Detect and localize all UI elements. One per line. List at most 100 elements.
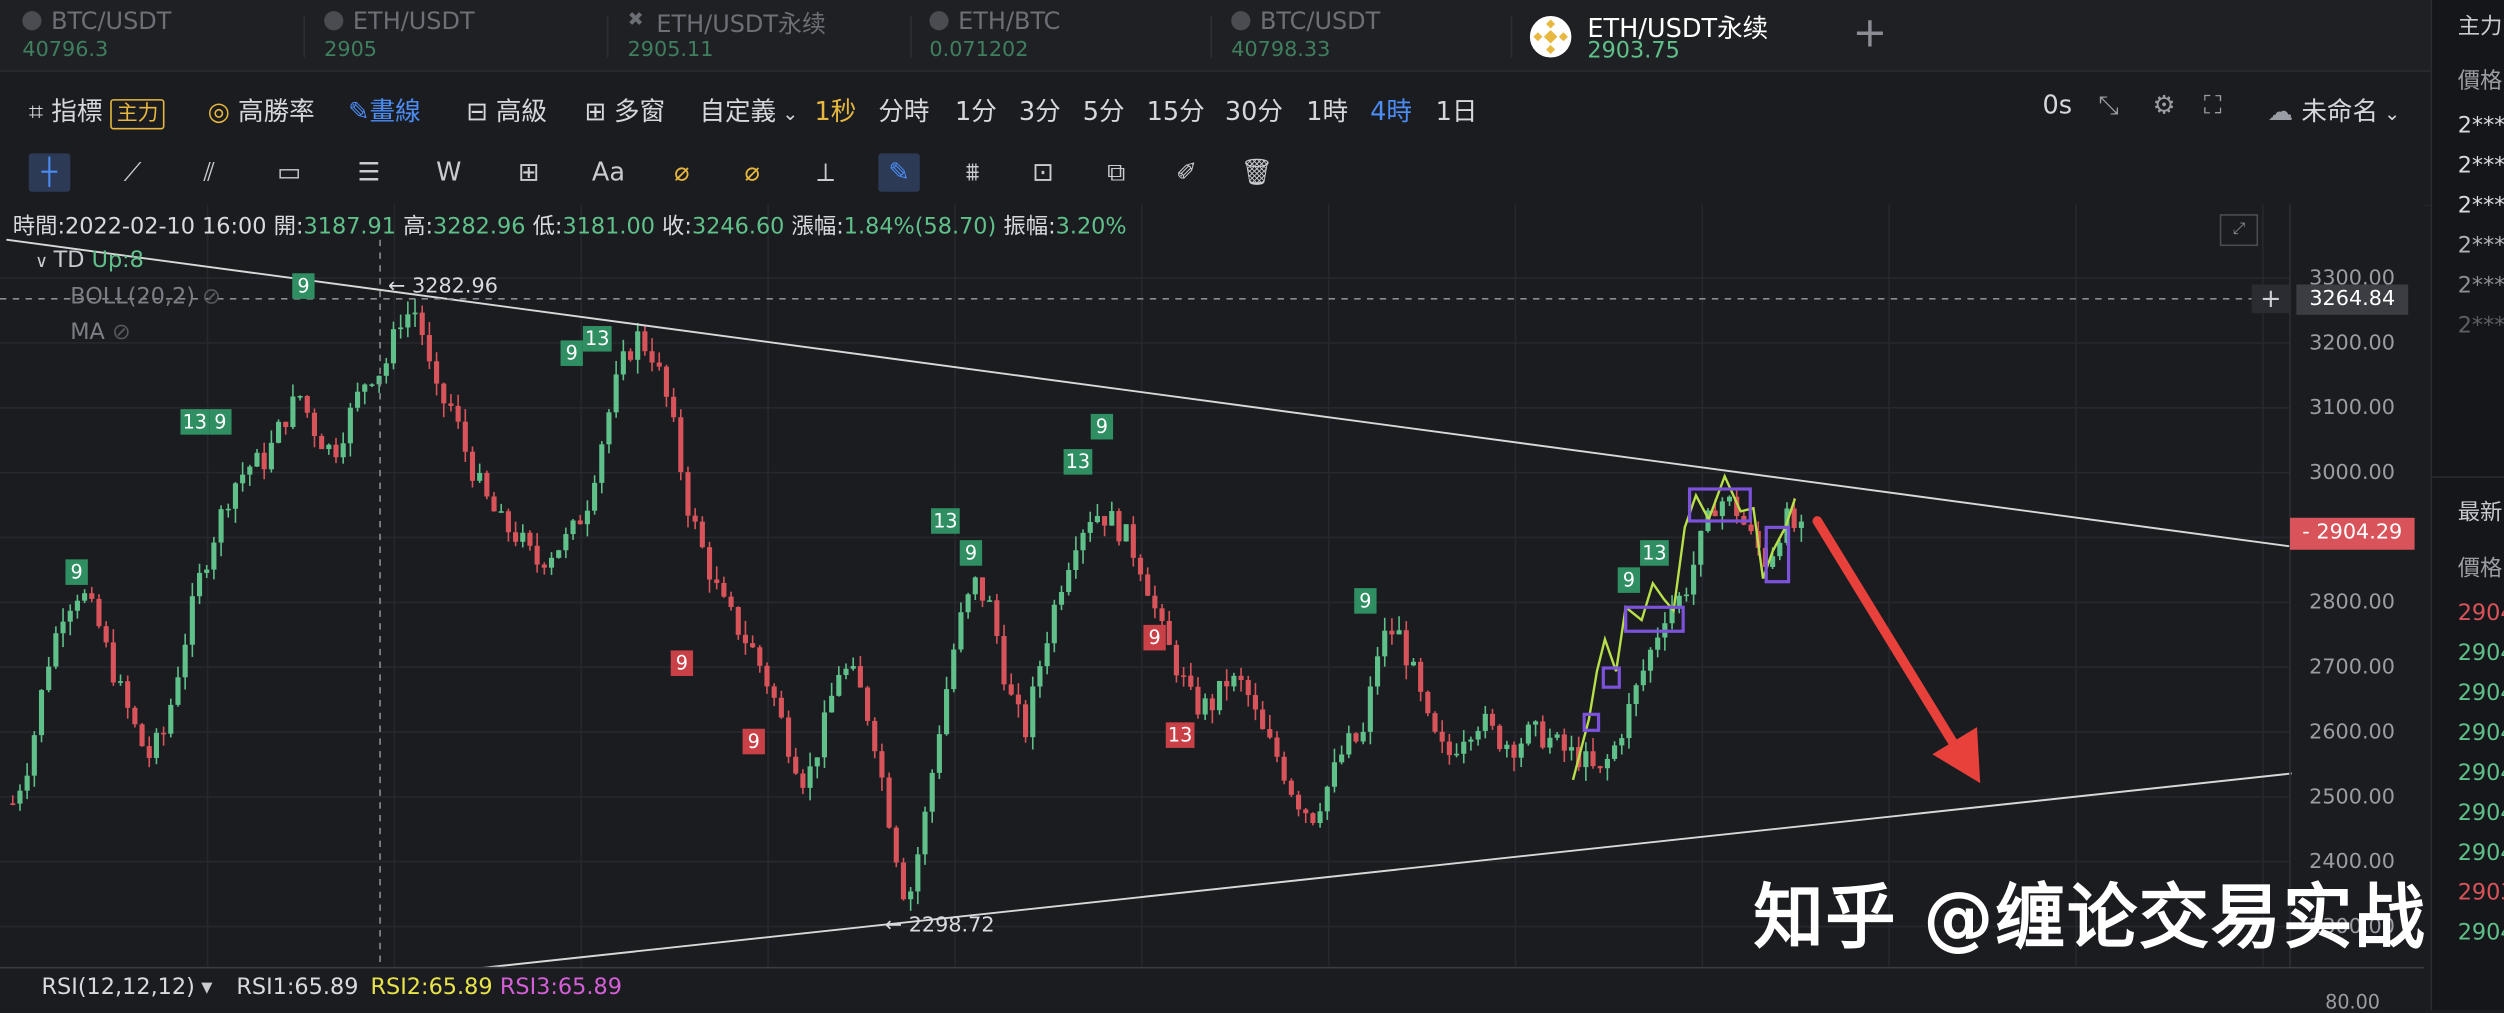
candle-body bbox=[1504, 744, 1510, 750]
pattern-tool-icon[interactable]: ⩩ bbox=[952, 153, 994, 191]
candle-body bbox=[1612, 745, 1618, 759]
layout-dropdown[interactable]: ☁ 未命名 ⌄ bbox=[2268, 89, 2401, 127]
td-indicator[interactable]: ∨ TD Up:8 bbox=[35, 248, 144, 274]
ma-indicator[interactable]: MA ⊘ bbox=[70, 320, 130, 346]
candle-body bbox=[1137, 557, 1144, 575]
interval-1s[interactable]: 1秒 bbox=[814, 89, 856, 127]
crosshair-price-tag: 3264.84 bbox=[2296, 284, 2409, 315]
custom-dropdown[interactable]: 自定義 ⌄ bbox=[699, 89, 798, 127]
interval-timeshare[interactable]: 分時 bbox=[878, 89, 929, 127]
candle-body bbox=[311, 412, 318, 437]
masked-price: 2**** bbox=[2457, 153, 2504, 179]
tab-eth-usdt[interactable]: ETH/USDT 2905 bbox=[324, 3, 595, 67]
wave-tool-icon[interactable]: W bbox=[428, 153, 470, 191]
interval-15m[interactable]: 15分 bbox=[1147, 89, 1205, 127]
lock-tool-icon[interactable]: ⊡ bbox=[1022, 153, 1064, 191]
candle-body bbox=[1439, 731, 1445, 742]
candle-body bbox=[232, 483, 239, 509]
edit-tool-icon[interactable]: ✐ bbox=[1166, 153, 1208, 191]
interval-1m[interactable]: 1分 bbox=[955, 89, 997, 127]
resize-icon[interactable]: ⤡ bbox=[2098, 89, 2118, 121]
candle-body bbox=[369, 384, 375, 386]
fullscreen-icon[interactable]: ⛶ bbox=[2204, 89, 2222, 121]
change-label: 漲幅: bbox=[791, 214, 844, 240]
eye-hidden-icon[interactable]: ⊘ bbox=[112, 320, 131, 346]
candle-body bbox=[139, 724, 145, 747]
interval-5m[interactable]: 5分 bbox=[1083, 89, 1125, 127]
latest-price: 2904 bbox=[2457, 640, 2504, 667]
price-axis-label: 3100.00 bbox=[2309, 395, 2395, 419]
ruler-tool-icon[interactable]: ⟂ bbox=[805, 153, 847, 191]
candle-body bbox=[1647, 649, 1654, 671]
td-label-text: 9 bbox=[71, 561, 83, 584]
open-value: 3187.91 bbox=[303, 214, 396, 240]
draw-button[interactable]: ✎畫線 bbox=[348, 89, 421, 127]
candle-body bbox=[900, 862, 907, 900]
candle-body bbox=[1058, 592, 1065, 605]
rsi-dropdown-icon[interactable]: ▾ bbox=[201, 975, 212, 1001]
candle-body bbox=[671, 396, 677, 418]
candle-body bbox=[577, 520, 583, 525]
eye-hidden-icon[interactable]: ⊘ bbox=[202, 284, 221, 310]
price-axis-label: 2600.00 bbox=[2309, 719, 2395, 743]
interval-4h[interactable]: 4時 bbox=[1370, 89, 1412, 127]
rsi-name: RSI(12,12,12) bbox=[41, 974, 195, 1001]
candle-body bbox=[1353, 733, 1359, 742]
candle-body bbox=[290, 396, 296, 428]
latest-price: 2904 bbox=[2457, 680, 2504, 707]
candle-body bbox=[987, 600, 993, 602]
tab-btc-usdt-2[interactable]: BTC/USDT 40798.33 bbox=[1231, 3, 1502, 67]
indicators-button[interactable]: ⌗ 指標 主力 bbox=[29, 89, 165, 130]
chart-toolbar: ⌗ 指標 主力 ◎ 高勝率 ✎畫線 ⊟ 高級 ⊞ 多窗 自定義 ⌄ 1秒 分時 … bbox=[0, 73, 2431, 138]
candle-body bbox=[1454, 753, 1460, 756]
candle-body bbox=[1295, 794, 1302, 810]
trash-icon[interactable]: 🗑 bbox=[1236, 153, 1278, 191]
high-win-label: 高勝率 bbox=[238, 95, 315, 127]
interval-3m[interactable]: 3分 bbox=[1019, 89, 1061, 127]
expand-icon[interactable]: ⤢ bbox=[2219, 214, 2259, 247]
trend-line-tool-icon[interactable]: ⟋ bbox=[112, 153, 154, 191]
tab-btc-usdt[interactable]: BTC/USDT 40796.3 bbox=[22, 3, 293, 67]
parallel-channel-tool-icon[interactable]: ⫽ bbox=[188, 153, 230, 191]
text-tool-icon[interactable]: Aa bbox=[588, 153, 630, 191]
candle-body bbox=[1051, 604, 1057, 644]
fib-tool-icon[interactable]: ☰ bbox=[348, 153, 390, 191]
eraser-tool-icon[interactable]: ⌀ bbox=[731, 153, 773, 191]
multi-window-button[interactable]: ⊞ 多窗 bbox=[584, 89, 665, 127]
boll-indicator[interactable]: BOLL(20,2) ⊘ bbox=[70, 284, 221, 310]
crosshair-add-icon[interactable]: + bbox=[2251, 284, 2291, 314]
candle-body bbox=[1511, 744, 1517, 758]
rsi-panel: RSI(12,12,12) ▾ RSI1:65.89 RSI2:65.89 RS… bbox=[0, 966, 2425, 1013]
candle-body bbox=[735, 607, 741, 635]
tab-symbol: BTC/USDT bbox=[51, 6, 172, 36]
magnet-tool-icon[interactable]: ⌀ bbox=[661, 153, 703, 191]
add-tab-icon[interactable]: + bbox=[1852, 10, 1887, 58]
candle-body bbox=[24, 775, 30, 791]
candle-body bbox=[1346, 733, 1352, 755]
pen-tool-icon[interactable]: ✎ bbox=[878, 153, 920, 192]
settings-icon[interactable]: ⚙ bbox=[2153, 89, 2176, 119]
interval-1d[interactable]: 1日 bbox=[1436, 89, 1478, 127]
copy-tool-icon[interactable]: ⧉ bbox=[1096, 153, 1138, 191]
rsi3-value: RSI3:65.89 bbox=[499, 974, 622, 1001]
tab-eth-usdt-perp-active[interactable]: ETH/USDT永续 2903.75 bbox=[1529, 3, 1817, 67]
tab-symbol: ETH/USDT bbox=[352, 6, 475, 36]
candle-body bbox=[548, 557, 555, 568]
binance-coin-icon bbox=[1529, 15, 1572, 58]
candle-body bbox=[1166, 620, 1172, 645]
candle-body bbox=[383, 363, 389, 376]
interval-1h[interactable]: 1時 bbox=[1306, 89, 1348, 127]
candle-body bbox=[951, 649, 957, 690]
crosshair-tool-icon[interactable]: ┼ bbox=[28, 153, 71, 192]
interval-30m[interactable]: 30分 bbox=[1225, 89, 1283, 127]
advanced-button[interactable]: ⊟ 高級 bbox=[466, 89, 547, 127]
high-win-button[interactable]: ◎ 高勝率 bbox=[208, 89, 315, 127]
window-icon: ⊟ bbox=[466, 95, 488, 127]
tab-eth-btc[interactable]: ETH/BTC 0.071202 bbox=[929, 3, 1200, 67]
candle-body bbox=[1339, 754, 1345, 763]
tab-eth-usdt-perp[interactable]: ✖ ETH/USDT永续 2905.11 bbox=[628, 3, 899, 67]
candle-body bbox=[355, 391, 361, 408]
advanced-label: 高級 bbox=[495, 95, 547, 127]
measure-tool-icon[interactable]: ⊞ bbox=[508, 153, 550, 191]
rectangle-tool-icon[interactable]: ▭ bbox=[268, 153, 310, 191]
